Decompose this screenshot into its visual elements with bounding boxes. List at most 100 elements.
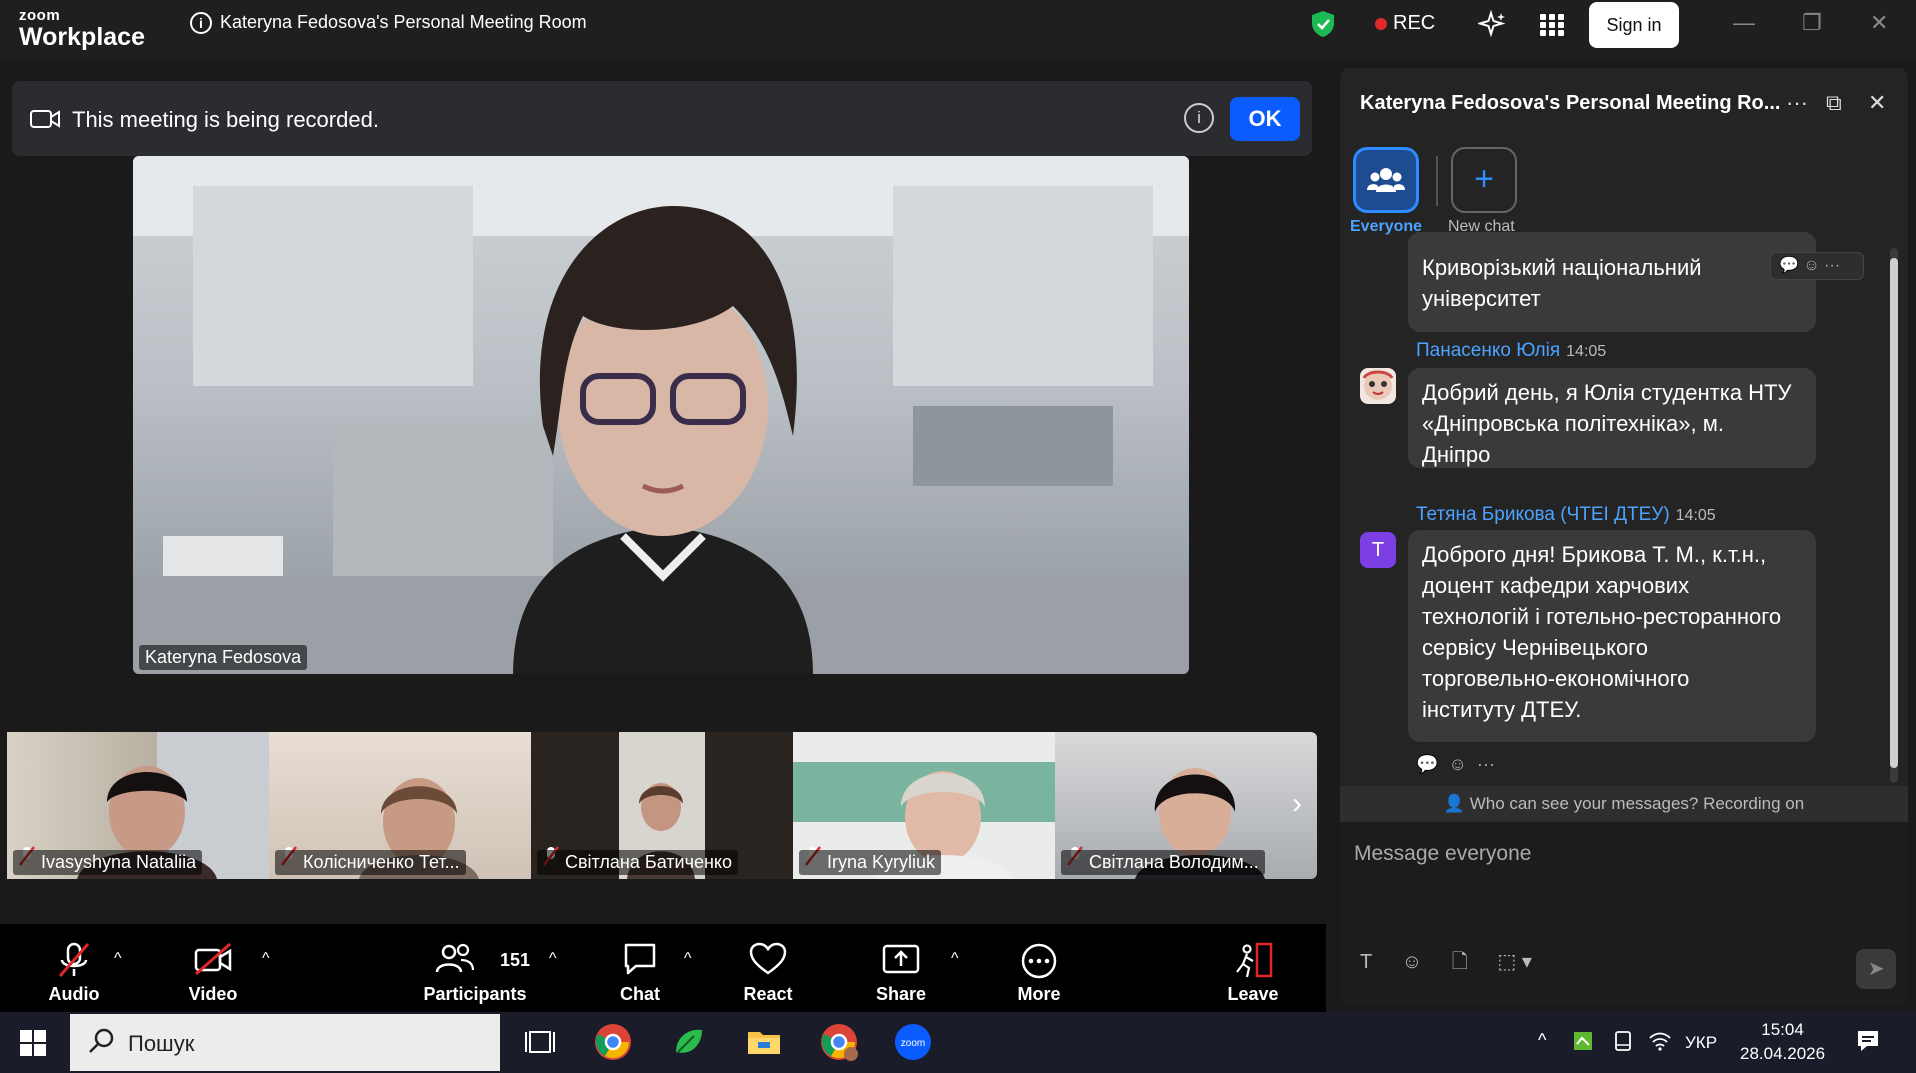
video-button[interactable]: Video <box>173 924 253 1012</box>
video-options-caret-icon[interactable]: ^ <box>262 950 270 968</box>
avatar-image <box>1362 370 1394 400</box>
recording-info-icon[interactable]: i <box>1184 103 1214 133</box>
next-page-chevron-icon[interactable]: › <box>1292 787 1302 821</box>
participant-tile[interactable]: Iryna Kyryliuk <box>793 732 1055 879</box>
text-format-icon[interactable]: T <box>1360 951 1372 973</box>
message-line: доцент кафедри харчових <box>1422 573 1690 598</box>
share-label: Share <box>875 984 927 1004</box>
visibility-notice[interactable]: 👤 Who can see your messages? Recording o… <box>1340 786 1908 822</box>
keyboard-language[interactable]: УКР <box>1685 1033 1717 1053</box>
chat-more-options-icon[interactable]: ··· <box>1786 90 1808 116</box>
tab-everyone-label: Everyone <box>1350 218 1423 235</box>
file-explorer-icon[interactable] <box>744 1022 784 1062</box>
participant-tile[interactable]: Ivasyshyna Nataliia <box>7 732 269 879</box>
more-dots-icon <box>1021 943 1057 979</box>
tray-app-icon[interactable] <box>1572 1030 1594 1057</box>
meeting-info-icon[interactable]: i <box>190 12 212 34</box>
participant-name: Iryna Kyryliuk <box>799 850 942 875</box>
participants-count: 151 <box>500 950 531 970</box>
participant-name: Ivasyshyna Nataliia <box>13 850 203 875</box>
close-window-icon[interactable]: ✕ <box>1870 10 1888 36</box>
message-hover-actions[interactable]: 💬 ☺ ··· <box>1770 252 1864 280</box>
emoji-icon[interactable]: ☺ <box>1402 951 1422 973</box>
recording-indicator[interactable]: REC <box>1375 12 1435 35</box>
new-chat-button[interactable]: + <box>1451 147 1517 213</box>
chat-scrollbar[interactable] <box>1890 248 1898 783</box>
speaker-name-tag: Kateryna Fedosova <box>139 645 308 670</box>
message-line: Криворізький національний <box>1422 255 1702 280</box>
participants-options-caret-icon[interactable]: ^ <box>549 950 557 968</box>
task-view-icon[interactable] <box>520 1022 560 1062</box>
participant-tile[interactable]: Світлана Батиченко <box>531 732 793 879</box>
more-button[interactable]: More <box>999 924 1079 1012</box>
react-label: React <box>743 984 793 1004</box>
sender-name: Тетяна Брикова (ЧТЕІ ДТЕУ) <box>1416 504 1670 525</box>
leave-button[interactable]: Leave <box>1213 924 1293 1012</box>
tray-expand-chevron-icon[interactable]: ^ <box>1538 1030 1546 1051</box>
leave-door-icon <box>1236 942 1273 978</box>
apps-grid-icon[interactable] <box>1540 14 1564 41</box>
message-sender: Панасенко Юлія 14:05 <box>1416 340 1606 362</box>
audio-button[interactable]: Audio <box>34 924 114 1012</box>
chat-options-caret-icon[interactable]: ^ <box>684 950 692 968</box>
file-icon[interactable]: 🗋 <box>1452 951 1468 973</box>
message-line: Дніпро <box>1422 442 1491 467</box>
app-leaf-icon[interactable] <box>668 1022 708 1062</box>
pop-out-icon[interactable]: ⧉ <box>1826 90 1842 116</box>
chat-panel: Kateryna Fedosova's Personal Meeting Ro.… <box>1340 68 1908 1005</box>
participant-name: Світлана Володим... <box>1061 850 1265 875</box>
message-sender: Тетяна Брикова (ЧТЕІ ДТЕУ) 14:05 <box>1416 504 1716 526</box>
participants-icon <box>435 943 475 973</box>
share-button[interactable]: Share <box>861 924 941 1012</box>
chrome-profile-icon[interactable] <box>819 1022 859 1062</box>
reply-icon[interactable]: 💬 <box>1416 754 1438 774</box>
share-options-caret-icon[interactable]: ^ <box>951 950 959 968</box>
video-label: Video <box>188 984 238 1004</box>
close-chat-icon[interactable]: ✕ <box>1868 90 1886 116</box>
message-line: «Дніпровська політехніка», м. <box>1422 411 1724 436</box>
send-icon[interactable]: ➤ <box>1856 949 1896 989</box>
person-lock-icon: 👤 <box>1443 794 1465 813</box>
message-input[interactable] <box>1354 836 1884 872</box>
windows-start-icon[interactable] <box>20 1030 46 1061</box>
taskbar-search[interactable]: Пошук <box>70 1014 500 1071</box>
message-more-icon[interactable]: ··· <box>1477 754 1495 774</box>
sign-in-button[interactable]: Sign in <box>1589 2 1679 48</box>
message-bubble[interactable]: Добрий день, я Юлія студентка НТУ «Дніпр… <box>1408 368 1816 468</box>
screenshot-icon[interactable]: ⬚ ▾ <box>1497 951 1532 973</box>
react-button[interactable]: React <box>728 924 808 1012</box>
chat-button[interactable]: Chat <box>600 924 680 1012</box>
message-list: Криворізький національний університет 💬 … <box>1340 232 1895 783</box>
encryption-shield-icon[interactable] <box>1310 10 1336 43</box>
add-reaction-icon[interactable]: ☺ <box>1448 754 1466 774</box>
message-line: технологій і готельно-ресторанного <box>1422 604 1782 629</box>
message-line: університет <box>1422 286 1541 311</box>
meeting-title: Kateryna Fedosova's Personal Meeting Roo… <box>220 12 587 32</box>
device-icon[interactable] <box>1612 1030 1634 1057</box>
ok-button[interactable]: OK <box>1230 97 1300 141</box>
clock-date: 28.04.2026 <box>1740 1044 1826 1063</box>
more-label: More <box>1017 984 1061 1004</box>
ai-companion-sparkle-icon[interactable] <box>1476 9 1508 45</box>
participant-tile[interactable]: Колісниченко Тет... <box>269 732 531 879</box>
participant-tile[interactable]: Світлана Володим... <box>1055 732 1317 879</box>
taskbar-clock[interactable]: 15:04 28.04.2026 <box>1740 1018 1825 1066</box>
avatar[interactable]: T <box>1360 532 1396 568</box>
svg-text:zoom: zoom <box>901 1038 925 1049</box>
message-bubble[interactable]: Криворізький національний університет <box>1408 232 1816 332</box>
recording-message: This meeting is being recorded. <box>72 107 379 132</box>
speaker-person-image <box>513 206 813 674</box>
zoom-app-icon[interactable]: zoom <box>893 1022 933 1062</box>
maximize-icon[interactable]: ❐ <box>1802 10 1822 36</box>
avatar[interactable] <box>1360 368 1396 404</box>
wifi-icon[interactable] <box>1648 1030 1672 1057</box>
message-bubble[interactable]: Доброго дня! Брикова Т. М., к.т.н., доце… <box>1408 530 1816 742</box>
active-speaker-video[interactable]: Kateryna Fedosova <box>133 156 1189 674</box>
tab-everyone[interactable] <box>1353 147 1419 213</box>
minimize-icon[interactable]: — <box>1733 10 1755 36</box>
chat-scrollbar-thumb[interactable] <box>1890 258 1898 768</box>
audio-options-caret-icon[interactable]: ^ <box>114 950 122 968</box>
compose-area: T ☺ 🗋 ⬚ ▾ ➤ <box>1340 822 1908 1005</box>
notifications-icon[interactable] <box>1855 1028 1881 1059</box>
chrome-icon[interactable] <box>593 1022 633 1062</box>
